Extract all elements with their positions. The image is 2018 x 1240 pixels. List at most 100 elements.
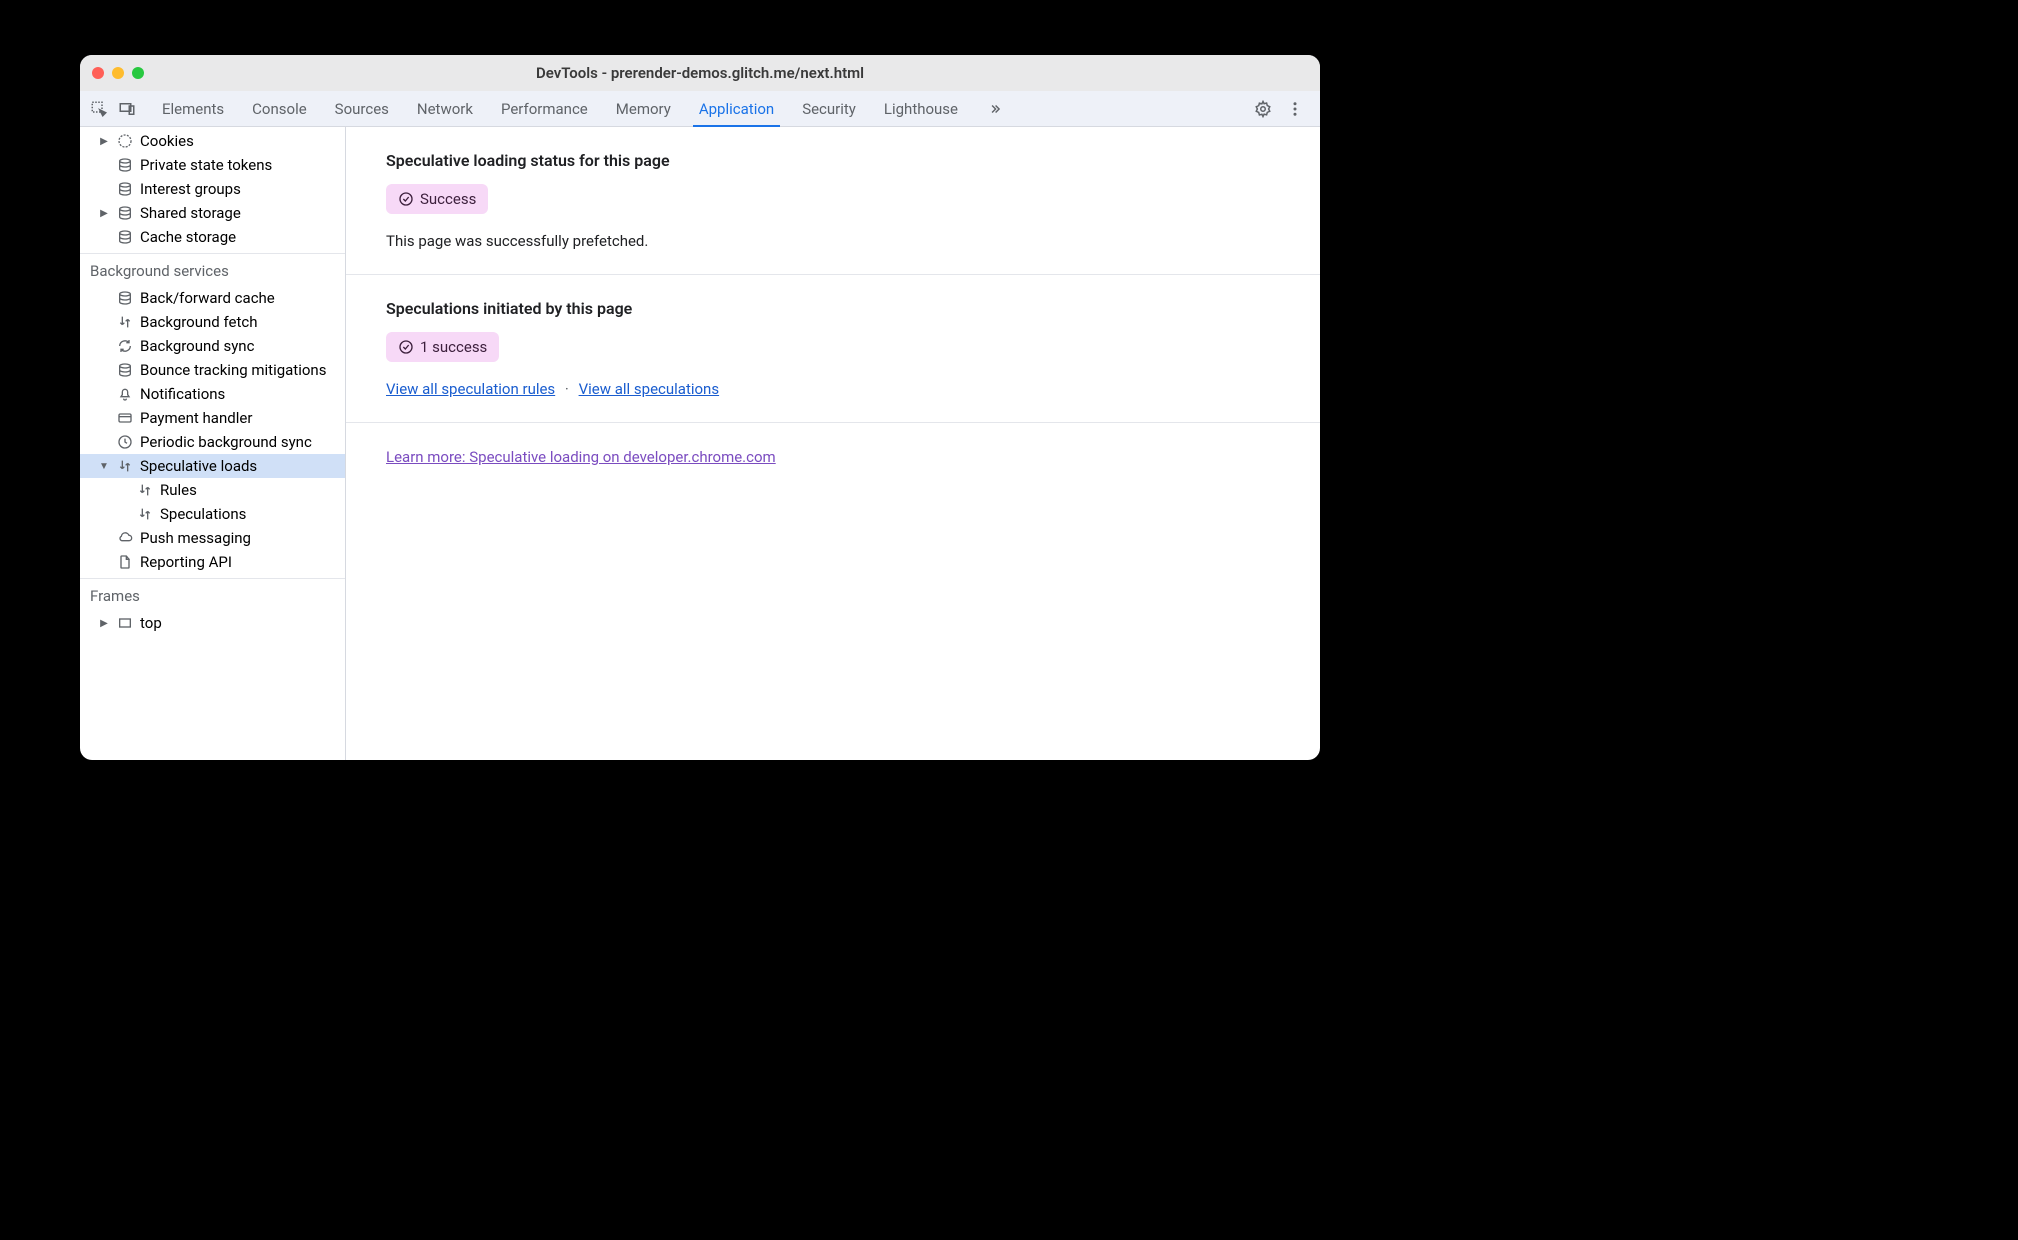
devtools-window: DevTools - prerender-demos.glitch.me/nex… xyxy=(80,55,1320,760)
expand-arrow-icon: ▶ xyxy=(98,618,110,629)
sidebar-item-speculative-loads[interactable]: ▼ Speculative loads xyxy=(80,454,345,478)
sidebar-item-label: Push messaging xyxy=(140,529,251,547)
tab-performance[interactable]: Performance xyxy=(487,91,602,126)
close-window-button[interactable] xyxy=(92,67,104,79)
expand-arrow-icon: ▶ xyxy=(98,136,110,147)
device-toolbar-icon[interactable] xyxy=(118,100,136,118)
panel-tabs: Elements Console Sources Network Perform… xyxy=(148,91,1250,126)
sidebar-item-cache-storage[interactable]: Cache storage xyxy=(80,225,345,249)
sidebar-item-label: Speculative loads xyxy=(140,457,257,475)
status-description: This page was successfully prefetched. xyxy=(386,232,1280,250)
sidebar-item-periodic-bg-sync[interactable]: Periodic background sync xyxy=(80,430,345,454)
view-all-speculations-link[interactable]: View all speculations xyxy=(579,380,720,398)
credit-card-icon xyxy=(116,410,134,426)
sidebar-section-frames: Frames xyxy=(80,578,345,611)
status-block: Speculative loading status for this page… xyxy=(346,127,1320,275)
link-separator: · xyxy=(565,380,569,398)
sidebar-item-notifications[interactable]: Notifications xyxy=(80,382,345,406)
sidebar-item-label: Speculations xyxy=(160,505,246,523)
tab-application[interactable]: Application xyxy=(685,91,788,126)
sidebar-item-background-sync[interactable]: Background sync xyxy=(80,334,345,358)
cloud-icon xyxy=(116,530,134,546)
sidebar-item-speculations[interactable]: Speculations xyxy=(80,502,345,526)
more-options-icon[interactable] xyxy=(1286,100,1304,118)
tab-label: Security xyxy=(802,100,856,118)
bell-icon xyxy=(116,386,134,402)
tab-console[interactable]: Console xyxy=(238,91,321,126)
learn-more-block: Learn more: Speculative loading on devel… xyxy=(346,423,1320,490)
sidebar-item-private-state-tokens[interactable]: Private state tokens xyxy=(80,153,345,177)
sidebar-section-background-services: Background services xyxy=(80,253,345,286)
sidebar-item-label: Cookies xyxy=(140,132,194,150)
sidebar-item-bounce-tracking[interactable]: Bounce tracking mitigations xyxy=(80,358,345,382)
fetch-icon xyxy=(116,314,134,330)
minimize-window-button[interactable] xyxy=(112,67,124,79)
more-tabs-button[interactable] xyxy=(972,91,1018,126)
sidebar-item-label: top xyxy=(140,614,162,632)
status-badge: Success xyxy=(386,184,488,214)
database-icon xyxy=(116,229,134,245)
traffic-lights xyxy=(92,67,144,79)
sidebar-item-label: Rules xyxy=(160,481,197,499)
sidebar-item-label: Background fetch xyxy=(140,313,257,331)
tab-label: Sources xyxy=(335,100,389,118)
tab-memory[interactable]: Memory xyxy=(602,91,685,126)
initiated-block: Speculations initiated by this page 1 su… xyxy=(346,275,1320,423)
sidebar-item-push-messaging[interactable]: Push messaging xyxy=(80,526,345,550)
sidebar-item-payment-handler[interactable]: Payment handler xyxy=(80,406,345,430)
clock-icon xyxy=(116,434,134,450)
sidebar-item-label: Private state tokens xyxy=(140,156,272,174)
tab-elements[interactable]: Elements xyxy=(148,91,238,126)
initiated-badge-label: 1 success xyxy=(420,338,487,356)
sidebar-item-interest-groups[interactable]: Interest groups xyxy=(80,177,345,201)
inspect-element-icon[interactable] xyxy=(90,100,108,118)
database-icon xyxy=(116,290,134,306)
tab-label: Console xyxy=(252,100,307,118)
learn-more-link[interactable]: Learn more: Speculative loading on devel… xyxy=(386,448,776,466)
status-heading: Speculative loading status for this page xyxy=(386,151,1280,170)
sidebar-item-label: Periodic background sync xyxy=(140,433,312,451)
tab-network[interactable]: Network xyxy=(403,91,487,126)
sidebar-item-label: Payment handler xyxy=(140,409,252,427)
sidebar-item-cookies[interactable]: ▶ Cookies xyxy=(80,129,345,153)
tab-label: Memory xyxy=(616,100,671,118)
tab-sources[interactable]: Sources xyxy=(321,91,403,126)
sidebar-item-shared-storage[interactable]: ▶ Shared storage xyxy=(80,201,345,225)
sidebar-item-label: Back/forward cache xyxy=(140,289,275,307)
sidebar-item-label: Cache storage xyxy=(140,228,236,246)
sidebar-item-label: Notifications xyxy=(140,385,225,403)
status-badge-label: Success xyxy=(420,190,476,208)
panel-body: ▶ Cookies Private state tokens Interest … xyxy=(80,127,1320,760)
view-all-rules-link[interactable]: View all speculation rules xyxy=(386,380,555,398)
sidebar-item-background-fetch[interactable]: Background fetch xyxy=(80,310,345,334)
check-circle-icon xyxy=(398,339,414,355)
sidebar-item-rules[interactable]: Rules xyxy=(80,478,345,502)
sidebar-item-label: Bounce tracking mitigations xyxy=(140,361,326,379)
titlebar: DevTools - prerender-demos.glitch.me/nex… xyxy=(80,55,1320,91)
settings-icon[interactable] xyxy=(1254,100,1272,118)
window-title: DevTools - prerender-demos.glitch.me/nex… xyxy=(80,64,1320,82)
maximize-window-button[interactable] xyxy=(132,67,144,79)
main-toolbar: Elements Console Sources Network Perform… xyxy=(80,91,1320,127)
database-icon xyxy=(116,362,134,378)
initiated-badge: 1 success xyxy=(386,332,499,362)
collapse-arrow-icon: ▼ xyxy=(98,461,110,472)
tab-label: Performance xyxy=(501,100,588,118)
frame-icon xyxy=(116,615,134,631)
sidebar-item-label: Reporting API xyxy=(140,553,232,571)
tab-label: Application xyxy=(699,100,774,118)
sidebar-item-back-forward-cache[interactable]: Back/forward cache xyxy=(80,286,345,310)
sidebar-item-reporting-api[interactable]: Reporting API xyxy=(80,550,345,574)
application-sidebar: ▶ Cookies Private state tokens Interest … xyxy=(80,127,346,760)
database-icon xyxy=(116,181,134,197)
tab-security[interactable]: Security xyxy=(788,91,870,126)
initiated-heading: Speculations initiated by this page xyxy=(386,299,1280,318)
sidebar-item-top-frame[interactable]: ▶ top xyxy=(80,611,345,635)
sidebar-item-label: Interest groups xyxy=(140,180,241,198)
sidebar-item-label: Background sync xyxy=(140,337,254,355)
speculation-links: View all speculation rules · View all sp… xyxy=(386,380,1280,398)
check-circle-icon xyxy=(398,191,414,207)
document-icon xyxy=(116,554,134,570)
sync-icon xyxy=(116,338,134,354)
tab-lighthouse[interactable]: Lighthouse xyxy=(870,91,972,126)
